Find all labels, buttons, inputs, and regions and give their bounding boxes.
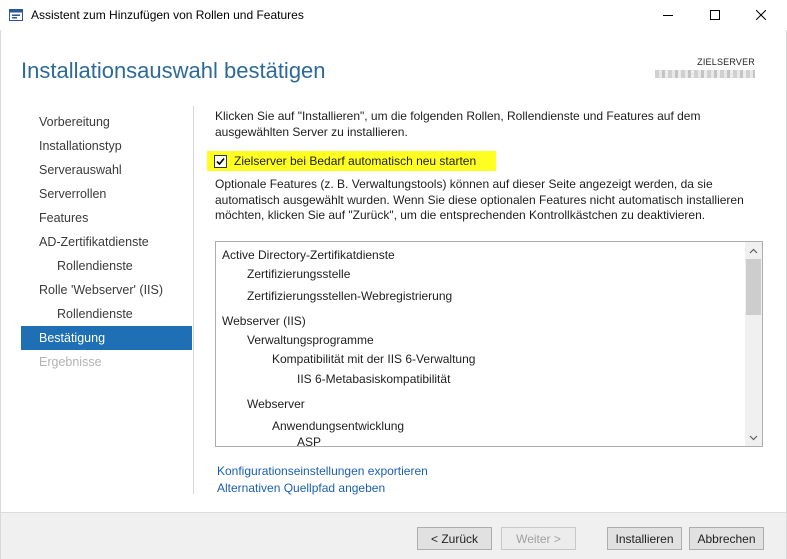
nav-item-6[interactable]: Rollendienste	[21, 254, 192, 278]
nav-item-9[interactable]: Bestätigung	[21, 326, 192, 350]
title-bar: Assistent zum Hinzufügen von Rollen und …	[0, 0, 787, 30]
divider	[193, 106, 194, 494]
install-button[interactable]: Installieren	[607, 527, 682, 550]
wizard-footer: < Zurück Weiter > Installieren Abbrechen	[1, 512, 786, 559]
wizard-navigation: Vorbereitung Installationstyp Serverauswah…	[21, 110, 192, 374]
chevron-down-icon	[749, 435, 758, 440]
list-item: IIS 6-Metabasiskompatibilität	[297, 372, 451, 386]
restart-option-row[interactable]: Zielserver bei Bedarf automatisch neu st…	[207, 151, 496, 171]
scroll-down-button[interactable]	[745, 429, 762, 446]
selection-list-content: Active Directory-Zertifikatdienste Zertif…	[216, 242, 745, 446]
minimize-button[interactable]	[645, 0, 691, 30]
export-settings-link[interactable]: Konfigurationseinstellungen exportieren	[217, 464, 428, 478]
close-button[interactable]	[738, 0, 784, 30]
nav-item-4[interactable]: Features	[21, 206, 192, 230]
list-item: Webserver (IIS)	[222, 314, 306, 328]
alternate-source-link[interactable]: Alternativen Quellpfad angeben	[217, 481, 385, 495]
minimize-icon	[663, 10, 673, 20]
list-item: Zertifizierungsstellen-Webregistrierung	[247, 289, 453, 303]
nav-item-8[interactable]: Rollendienste	[21, 302, 192, 326]
list-item: Webserver	[247, 397, 305, 411]
scroll-up-button[interactable]	[745, 242, 762, 259]
nav-item-1[interactable]: Installationstyp	[21, 134, 192, 158]
target-server-name-redacted	[655, 70, 755, 78]
nav-item-10: Ergebnisse	[39, 355, 102, 369]
back-button[interactable]: < Zurück	[417, 527, 492, 550]
page-title: Installationsauswahl bestätigen	[21, 58, 326, 83]
list-item: Active Directory-Zertifikatdienste	[222, 248, 395, 262]
chevron-up-icon	[749, 248, 758, 253]
maximize-icon	[710, 10, 720, 20]
restart-checkbox-label: Zielserver bei Bedarf automatisch neu st…	[234, 154, 477, 168]
server-manager-icon	[9, 8, 25, 22]
next-button[interactable]: Weiter >	[501, 527, 576, 550]
optional-features-text: Optionale Features (z. B. Verwaltungstoo…	[215, 177, 744, 222]
list-item: Zertifizierungsstelle	[247, 267, 351, 281]
nav-item-5[interactable]: AD-Zertifikatdienste	[21, 230, 192, 254]
list-item: Anwendungsentwicklung	[272, 419, 405, 433]
installation-selection-list[interactable]: Active Directory-Zertifikatdienste Zertif…	[215, 241, 763, 447]
window-title: Assistent zum Hinzufügen von Rollen und …	[31, 8, 304, 22]
nav-item-7[interactable]: Rolle 'Webserver' (IIS)	[21, 278, 192, 302]
vertical-scrollbar[interactable]	[745, 242, 762, 446]
list-item: Kompatibilität mit der IIS 6-Verwaltung	[272, 352, 476, 366]
nav-item-2[interactable]: Serverauswahl	[21, 158, 192, 182]
nav-item-3[interactable]: Serverrollen	[21, 182, 192, 206]
intro-text: Klicken Sie auf "Installieren", um die f…	[215, 109, 701, 139]
target-server-label: ZIELSERVER	[697, 57, 755, 67]
cancel-button[interactable]: Abbrechen	[689, 527, 764, 550]
list-item: ASP	[297, 435, 322, 447]
close-icon	[756, 10, 766, 20]
scrollbar-thumb[interactable]	[746, 259, 761, 315]
restart-checkbox[interactable]	[214, 154, 227, 168]
maximize-button[interactable]	[692, 0, 738, 30]
checkmark-icon	[216, 157, 225, 165]
nav-item-0[interactable]: Vorbereitung	[21, 110, 192, 134]
list-item: Verwaltungsprogramme	[247, 333, 374, 347]
